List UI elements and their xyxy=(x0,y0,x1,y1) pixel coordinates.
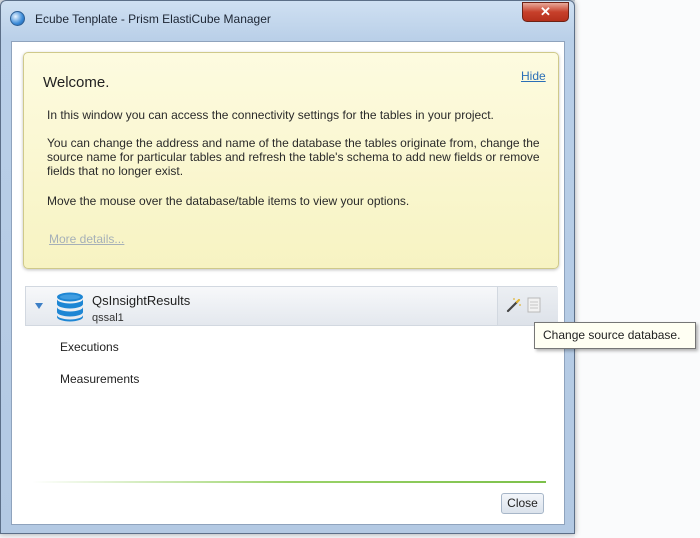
welcome-paragraph: In this window you can access the connec… xyxy=(47,108,494,122)
window-close-button[interactable]: ✕ xyxy=(522,2,569,22)
wand-icon[interactable] xyxy=(506,297,522,313)
title-bar[interactable]: Ecube Tenplate - Prism ElastiCube Manage… xyxy=(1,1,574,35)
welcome-title: Welcome. xyxy=(43,74,110,91)
welcome-paragraph: Move the mouse over the database/table i… xyxy=(47,194,410,208)
database-name: QsInsightResults xyxy=(92,293,191,308)
database-row[interactable]: QsInsightResults qssal1 xyxy=(25,286,558,326)
window-title: Ecube Tenplate - Prism ElastiCube Manage… xyxy=(35,12,271,26)
elasticube-manager-dialog: Ecube Tenplate - Prism ElastiCube Manage… xyxy=(0,0,575,534)
change-source-tooltip: Change source database. xyxy=(534,322,696,349)
expand-arrow-icon[interactable] xyxy=(35,303,43,309)
app-globe-icon xyxy=(10,11,25,26)
database-actions xyxy=(497,287,558,325)
footer-divider xyxy=(32,481,546,483)
welcome-paragraph: You can change the address and name of t… xyxy=(47,136,540,178)
database-icon xyxy=(57,292,83,322)
table-item-measurements[interactable]: Measurements xyxy=(60,372,139,386)
table-item-executions[interactable]: Executions xyxy=(60,340,119,354)
background-panel xyxy=(575,0,700,538)
close-button[interactable]: Close xyxy=(501,493,544,514)
dialog-content: Welcome. Hide In this window you can acc… xyxy=(11,41,565,525)
refresh-schema-icon[interactable] xyxy=(525,296,543,314)
hide-link[interactable]: Hide xyxy=(521,69,546,83)
welcome-panel: Welcome. Hide In this window you can acc… xyxy=(23,52,559,269)
database-server: qssal1 xyxy=(92,312,124,324)
more-details-link[interactable]: More details... xyxy=(49,232,124,246)
